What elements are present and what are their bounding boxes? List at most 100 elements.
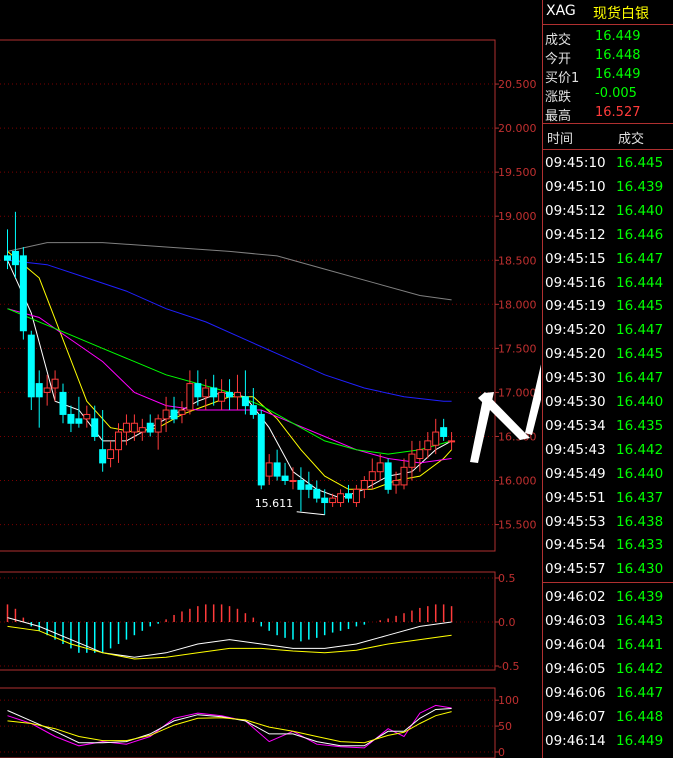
tick-time: 09:45:51 — [545, 489, 606, 506]
tick-price: 16.438 — [616, 513, 664, 530]
candle-body — [273, 462, 281, 477]
tick-time: 09:45:12 — [545, 226, 606, 243]
quote-row: 买价1 16.449 — [543, 65, 673, 86]
tick-row: 09:45:10 16.445 — [543, 152, 673, 175]
candle-body — [424, 440, 432, 451]
candle-body — [27, 334, 35, 398]
candle-body — [186, 383, 194, 411]
tick-price: 16.433 — [616, 537, 664, 554]
tick-price: 16.447 — [616, 250, 664, 267]
candle-body — [400, 466, 408, 486]
candle-body — [162, 409, 170, 420]
tick-time: 09:46:14 — [545, 732, 606, 749]
y-tick-label: 0.5 — [498, 572, 516, 585]
y-tick-label: 17.000 — [498, 386, 537, 399]
candle-body — [265, 462, 273, 477]
candle-body — [154, 418, 162, 433]
tick-row: 09:45:10 16.439 — [543, 176, 673, 199]
candle-body — [321, 497, 329, 504]
tick-time: 09:46:05 — [545, 660, 606, 677]
tick-time: 09:45:30 — [545, 394, 606, 410]
candle-body — [75, 418, 83, 424]
candle-body — [99, 449, 107, 464]
tick-price: 16.439 — [616, 178, 664, 195]
candle-body — [297, 480, 305, 490]
tick-price: 16.442 — [616, 660, 664, 677]
candle-body — [313, 488, 321, 499]
y-tick-label: -0.5 — [498, 660, 519, 673]
tick-time: 09:46:06 — [545, 684, 606, 701]
tick-price: 16.445 — [616, 155, 664, 171]
candle-body — [233, 391, 241, 398]
candle-body — [202, 387, 210, 398]
candle-body — [19, 255, 27, 332]
y-tick-label: 18.000 — [498, 298, 537, 311]
tick-price: 16.440 — [616, 465, 664, 482]
arrow-up-right — [525, 364, 541, 435]
tick-row: 09:46:07 16.448 — [543, 706, 673, 729]
kdj-line — [7, 711, 452, 744]
tick-row: 09:46:05 16.442 — [543, 658, 673, 681]
candle-body — [59, 391, 67, 415]
ticks-header-time: 时间 — [547, 132, 574, 147]
candle-body — [43, 387, 51, 393]
candle-body — [448, 440, 456, 443]
candlestick-chart: 15.50016.00016.50017.00017.50018.00018.5… — [0, 39, 541, 758]
candle-body — [368, 471, 376, 482]
quote-row: 最高 16.527 — [543, 103, 673, 124]
candle-body — [130, 422, 138, 433]
tick-price: 16.445 — [616, 346, 664, 363]
y-tick-label: 0 — [498, 746, 505, 758]
quote-row: 涨跌 -0.005 — [543, 84, 673, 105]
tick-row: 09:45:20 16.445 — [543, 343, 673, 366]
tick-row: 09:46:14 16.449 — [543, 730, 673, 753]
candle-body — [337, 493, 345, 504]
tick-row: 09:45:54 16.433 — [543, 534, 673, 557]
y-tick-label: 20.000 — [498, 122, 537, 135]
quote-value: 16.527 — [595, 105, 641, 120]
y-tick-label: 16.000 — [498, 475, 537, 488]
ma-line — [7, 242, 452, 301]
quote-value: 16.449 — [595, 29, 641, 44]
tick-time: 09:45:16 — [545, 274, 606, 291]
candle-body — [218, 391, 226, 402]
tick-row: 09:46:04 16.441 — [543, 634, 673, 657]
candle-body — [138, 427, 146, 433]
tick-time: 09:45:57 — [545, 561, 606, 578]
y-tick-label: 15.500 — [498, 519, 537, 532]
tick-row: 09:46:02 16.439 — [543, 586, 673, 609]
candle-body — [305, 484, 313, 490]
y-tick-label: 17.500 — [498, 342, 537, 355]
tick-row: 09:45:16 16.444 — [543, 272, 673, 295]
tick-row: 09:45:30 16.447 — [543, 367, 673, 390]
tick-price: 16.447 — [616, 322, 664, 339]
candle-body — [51, 378, 59, 389]
candle-body — [11, 250, 19, 266]
tick-price: 16.440 — [616, 202, 664, 219]
tick-time: 09:45:12 — [545, 202, 606, 219]
quote-value: -0.005 — [595, 86, 637, 101]
candle-body — [440, 427, 448, 437]
panel-frame — [0, 571, 496, 671]
y-tick-label: 0.0 — [498, 616, 516, 629]
tick-row: 09:45:12 16.440 — [543, 200, 673, 223]
candle-body — [329, 497, 337, 504]
tick-row: 09:46:03 16.443 — [543, 610, 673, 633]
y-tick-label: 19.500 — [498, 166, 537, 179]
y-tick-label: 100 — [498, 694, 519, 707]
candle-body — [178, 409, 186, 415]
macd-line — [7, 617, 452, 658]
candle-body — [146, 422, 154, 433]
tick-price: 16.442 — [616, 441, 664, 458]
instrument-header: XAG 现货白银 — [543, 0, 673, 25]
tick-time: 09:45:20 — [545, 346, 606, 363]
tick-price: 16.443 — [616, 613, 664, 630]
candle-body — [210, 387, 218, 398]
low-annotation: 15.611 — [255, 497, 294, 510]
candle-body — [122, 422, 130, 433]
candle-body — [67, 413, 75, 424]
tick-price: 16.448 — [616, 708, 664, 725]
candle-body — [35, 383, 43, 398]
kdj-line — [7, 704, 452, 749]
candle-body — [392, 480, 400, 486]
